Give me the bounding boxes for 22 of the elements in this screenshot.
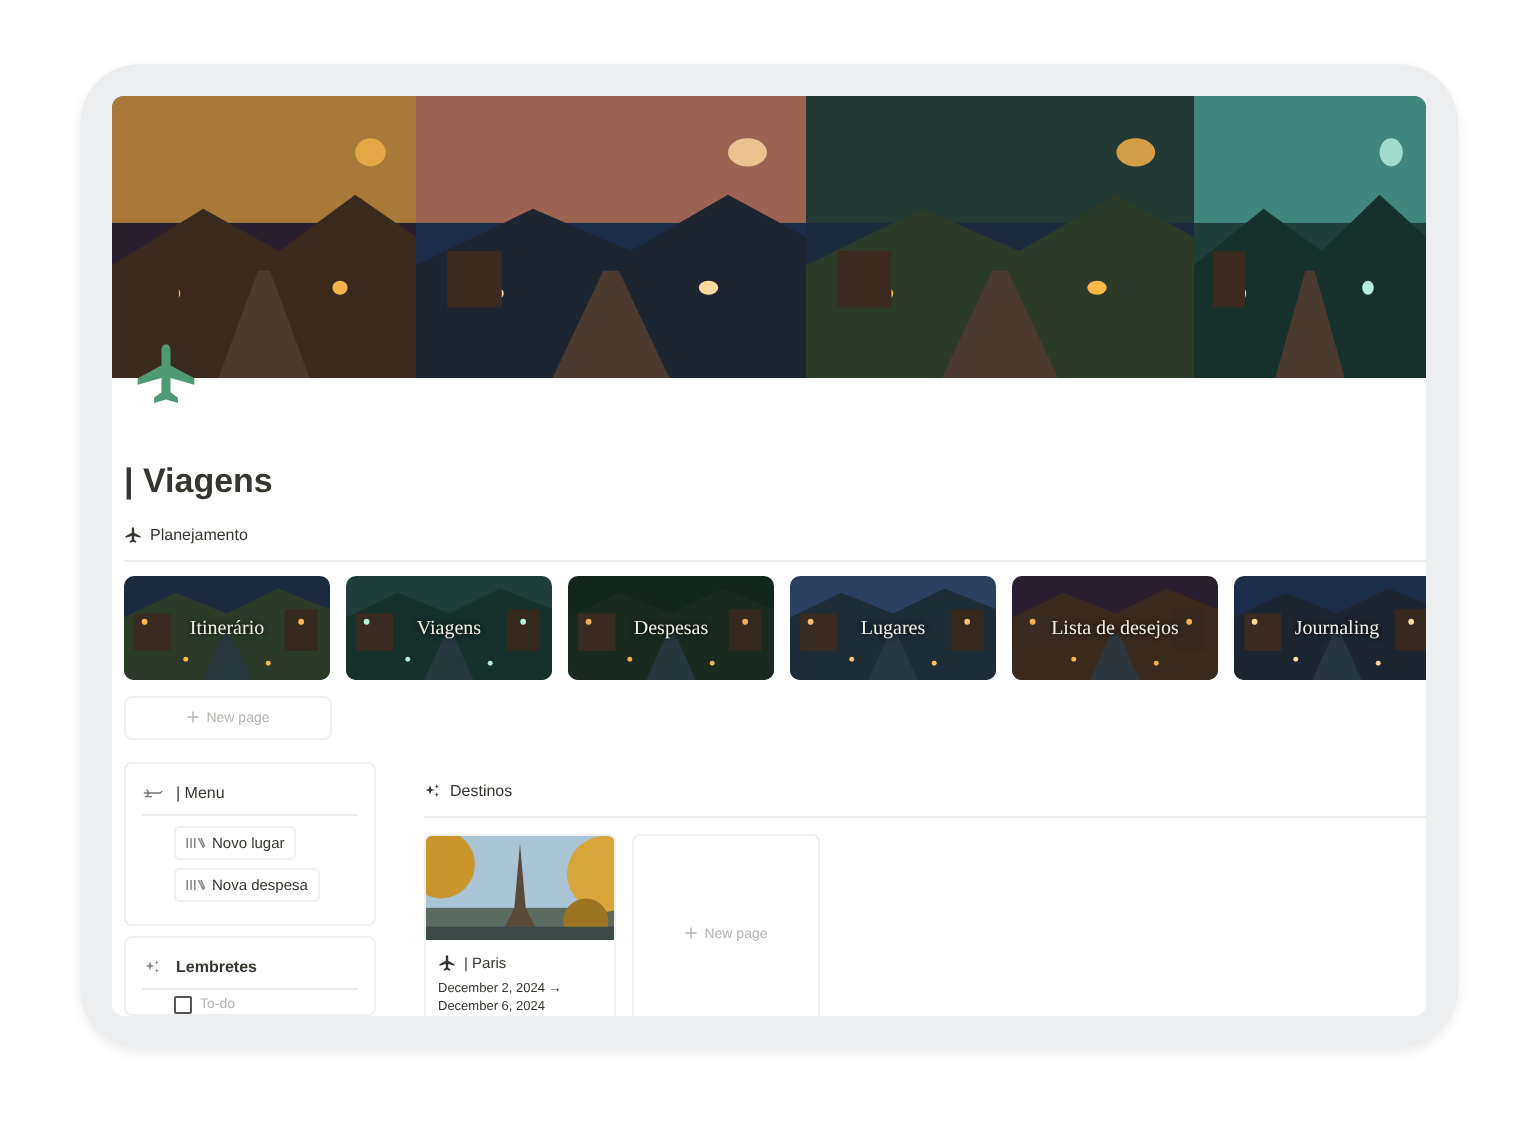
sparkle-icon bbox=[424, 781, 442, 799]
panel-title: | Menu bbox=[176, 783, 225, 801]
card-title: Journaling bbox=[1294, 617, 1380, 639]
gallery-card[interactable]: Lista de desejos bbox=[1012, 576, 1218, 680]
checkbox[interactable] bbox=[174, 996, 192, 1014]
gallery-card[interactable]: Viagens bbox=[346, 576, 552, 680]
section-heading: Planejamento bbox=[150, 525, 248, 543]
card-title: Lista de desejos bbox=[1051, 617, 1179, 639]
plus-icon bbox=[684, 926, 699, 940]
gallery-card[interactable]: Itinerário bbox=[124, 576, 330, 680]
panel-title: Lembretes bbox=[176, 957, 257, 975]
gallery-card[interactable]: Lugares bbox=[790, 576, 996, 680]
plus-icon bbox=[186, 710, 201, 724]
section-heading: Destinos bbox=[450, 781, 513, 799]
card-title: Viagens bbox=[416, 617, 482, 639]
page-title: | Viagens bbox=[124, 460, 275, 504]
card-title: Lugares bbox=[860, 617, 926, 639]
gallery-card[interactable]: Journaling bbox=[1234, 576, 1426, 680]
sparkle-icon bbox=[142, 957, 164, 975]
card-title: Despesas bbox=[633, 617, 709, 639]
card-title: Itinerário bbox=[189, 617, 265, 639]
gallery-card[interactable]: Despesas bbox=[568, 576, 774, 680]
